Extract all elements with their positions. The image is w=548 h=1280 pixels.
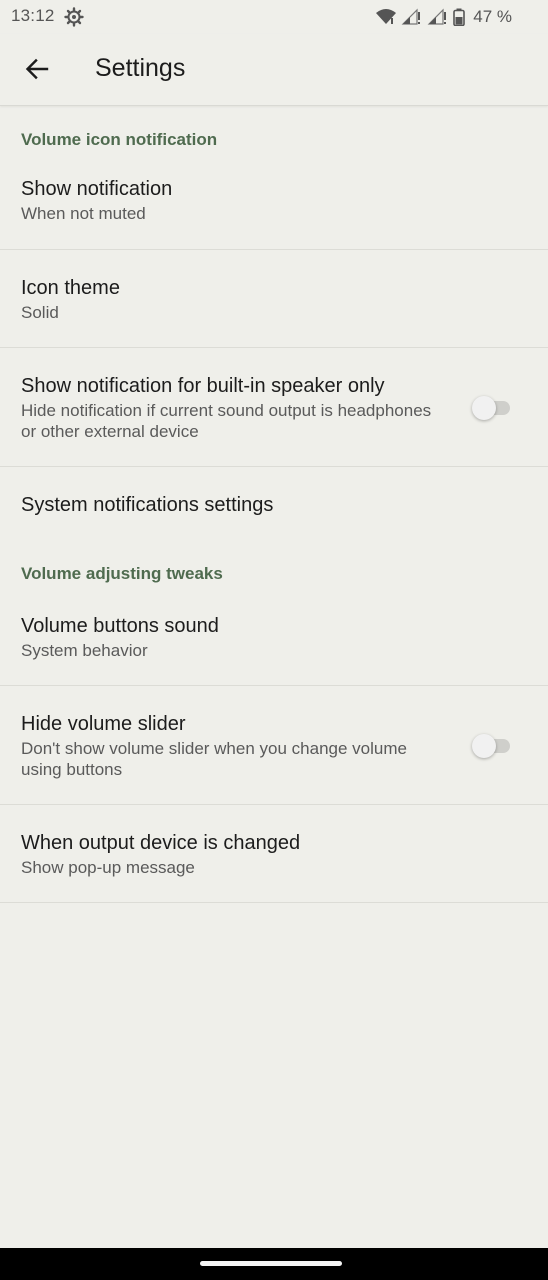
pref-title: When output device is changed: [21, 832, 301, 854]
status-time: 13:12: [11, 6, 55, 25]
pref-title: Volume buttons sound: [21, 615, 219, 637]
battery-percentage: 47 %: [473, 7, 512, 26]
page-title: Settings: [95, 54, 186, 82]
signal-icon-sim2: [427, 8, 449, 26]
status-icons: 47 %: [375, 6, 512, 28]
pref-hide-volume-slider[interactable]: Hide volume slider Don't show volume sli…: [0, 686, 548, 805]
pref-title: Show notification: [21, 178, 173, 200]
settings-list: Volume icon notification Show notificati…: [0, 106, 548, 903]
pref-title: Hide volume slider: [21, 713, 186, 735]
pref-summary: Solid: [21, 303, 59, 322]
pref-show-notification[interactable]: Show notification When not muted: [0, 150, 548, 250]
pref-summary: When not muted: [21, 204, 146, 223]
pref-summary: Don't show volume slider when you change…: [21, 739, 407, 779]
signal-icon-sim1: [401, 8, 423, 26]
pref-title: Show notification for built-in speaker o…: [21, 375, 385, 397]
pref-summary: System behavior: [21, 641, 148, 660]
pref-system-notifications-settings[interactable]: System notifications settings: [0, 467, 548, 539]
back-button[interactable]: [20, 52, 54, 86]
pref-output-device-changed[interactable]: When output device is changed Show pop-u…: [0, 805, 548, 903]
pref-builtin-speaker-only[interactable]: Show notification for built-in speaker o…: [0, 348, 548, 467]
pref-summary: Show pop-up message: [21, 858, 195, 877]
arrow-back-icon: [25, 58, 49, 80]
app-bar: Settings: [0, 34, 548, 106]
home-gesture-handle[interactable]: [200, 1261, 342, 1266]
section-header-volume-icon: Volume icon notification: [21, 130, 218, 149]
pref-icon-theme[interactable]: Icon theme Solid: [0, 250, 548, 348]
pref-title: System notifications settings: [21, 494, 274, 516]
wifi-icon: [375, 8, 397, 26]
settings-screen: 13:12 47 % Settings Volume icon notifica…: [0, 0, 548, 1280]
pref-title: Icon theme: [21, 277, 120, 299]
navigation-bar: [0, 1248, 548, 1280]
hide-volume-slider-switch[interactable]: [472, 734, 512, 758]
pref-volume-buttons-sound[interactable]: Volume buttons sound System behavior: [0, 574, 548, 686]
battery-icon: [453, 8, 466, 26]
pref-summary: Hide notification if current sound outpu…: [21, 401, 432, 441]
section-header-volume-adjusting: Volume adjusting tweaks: [21, 564, 223, 583]
status-bar: 13:12 47 %: [0, 0, 548, 34]
switch-thumb: [472, 396, 496, 420]
settings-gear-icon: [64, 7, 84, 27]
builtin-speaker-only-switch[interactable]: [472, 396, 512, 420]
switch-thumb: [472, 734, 496, 758]
